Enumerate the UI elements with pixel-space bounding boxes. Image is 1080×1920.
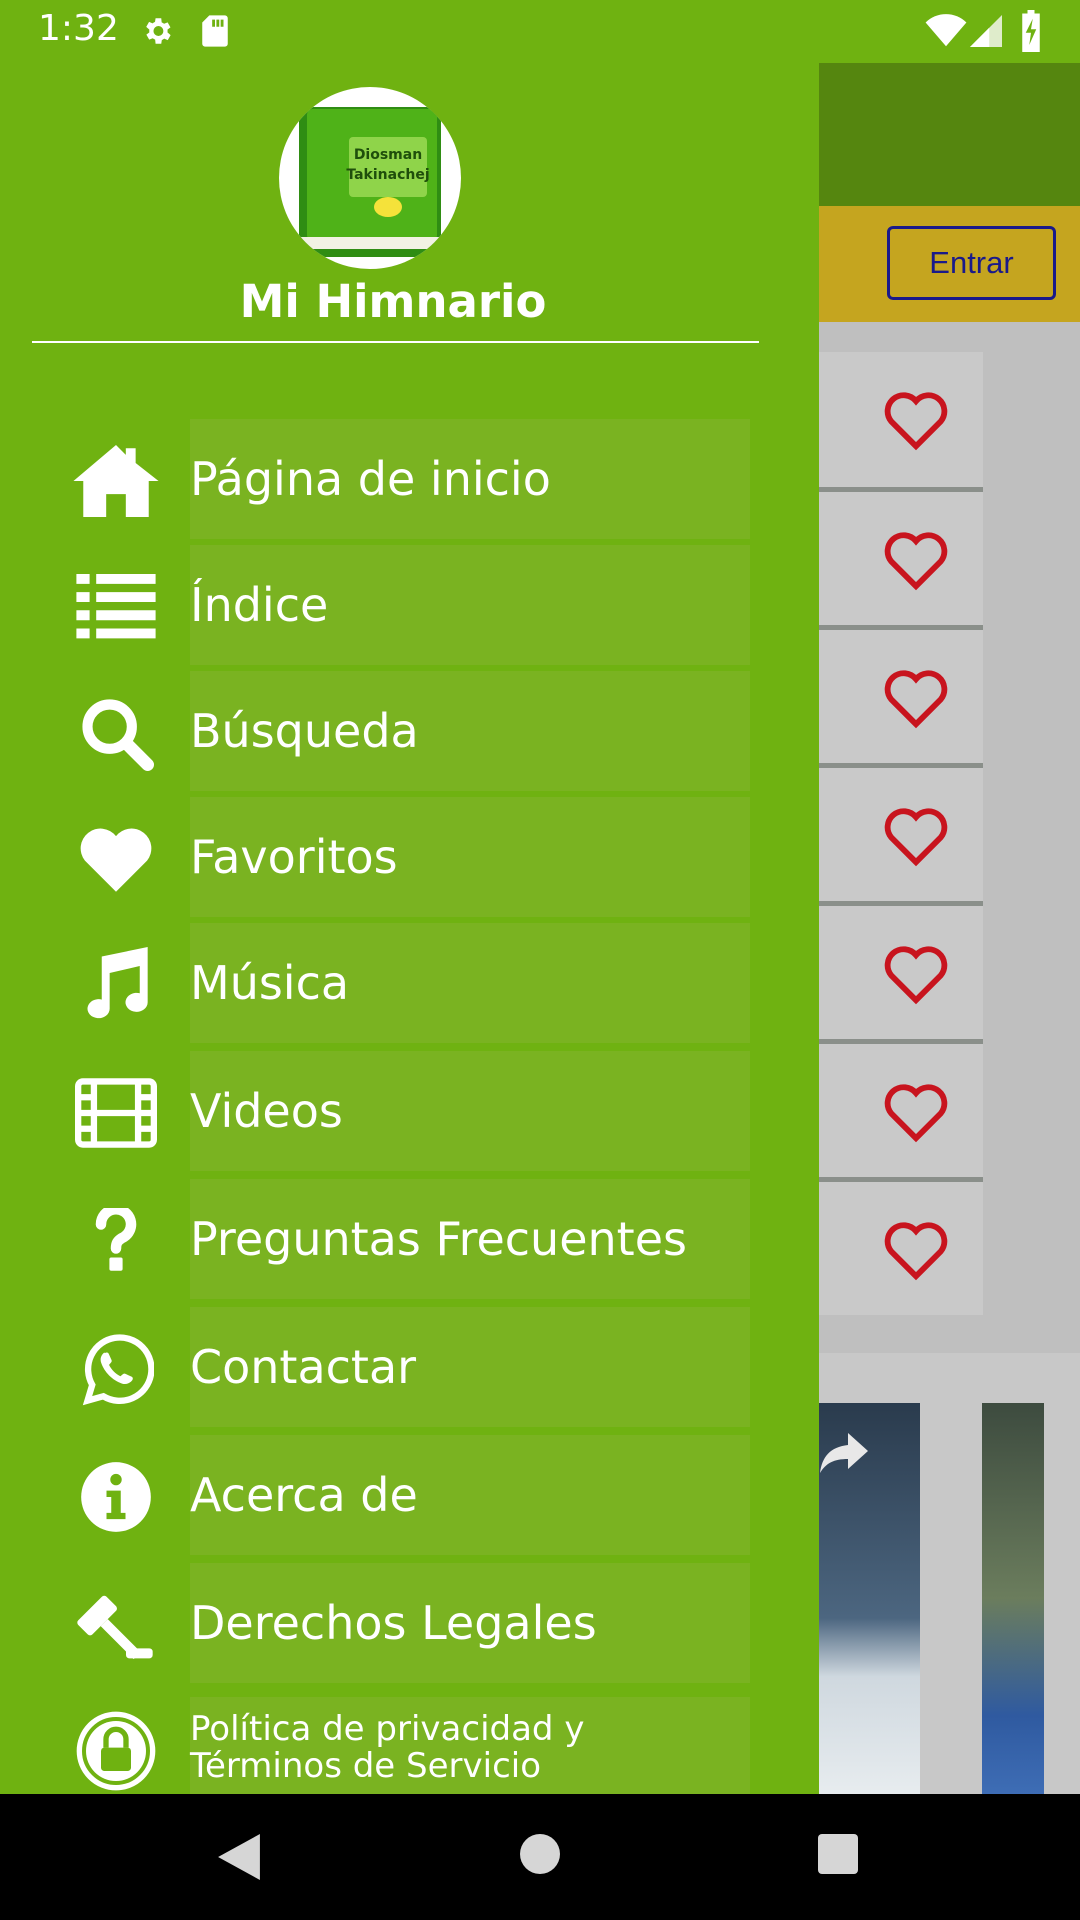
menu-item-videos[interactable]: Videos <box>0 1051 819 1171</box>
menu-item-label: Favoritos <box>190 830 398 884</box>
sd-card-icon <box>200 14 230 52</box>
login-button[interactable]: Entrar <box>887 226 1056 300</box>
music-note-icon <box>70 947 162 1023</box>
menu-item-privacy[interactable]: Política de privacidad y Términos de Ser… <box>0 1697 819 1794</box>
menu-item-label: Música <box>190 956 350 1010</box>
status-time: 1:32 <box>38 8 119 49</box>
drawer-title: Mi Himnario <box>239 275 547 328</box>
menu-item-contact[interactable]: Contactar <box>0 1307 819 1427</box>
back-icon[interactable] <box>218 1834 260 1884</box>
svg-text:Diosman: Diosman <box>354 147 422 163</box>
heart-outline-icon[interactable] <box>880 388 952 456</box>
app-logo: Diosman Takinachej <box>279 87 461 269</box>
info-icon <box>70 1459 162 1535</box>
menu-item-index[interactable]: Índice <box>0 545 819 665</box>
home-circle-icon[interactable] <box>520 1834 560 1878</box>
menu-item-label: Búsqueda <box>190 704 419 758</box>
share-arrow-icon[interactable] <box>820 1433 868 1477</box>
menu-item-label: Política de privacidad y Términos de Ser… <box>190 1709 585 1786</box>
menu-item-faq[interactable]: Preguntas Frecuentes <box>0 1179 819 1299</box>
menu-item-label: Videos <box>190 1084 343 1138</box>
system-nav-bar <box>0 1794 1080 1920</box>
heart-outline-icon[interactable] <box>880 804 952 872</box>
menu-item-label: Derechos Legales <box>190 1596 597 1650</box>
recents-square-icon[interactable] <box>818 1834 858 1878</box>
divider <box>32 341 759 343</box>
menu-item-label: Preguntas Frecuentes <box>190 1212 687 1266</box>
menu-item-music[interactable]: Música <box>0 923 819 1043</box>
menu-item-search[interactable]: Búsqueda <box>0 671 819 791</box>
question-icon <box>70 1203 162 1279</box>
list-icon <box>70 569 162 645</box>
heart-outline-icon[interactable] <box>880 942 952 1010</box>
navigation-drawer: Diosman Takinachej Mi Himnario Página de… <box>0 63 819 1794</box>
heart-outline-icon[interactable] <box>880 1080 952 1148</box>
svg-text:Takinachej: Takinachej <box>346 167 429 183</box>
heart-outline-icon[interactable] <box>880 528 952 596</box>
menu-item-home[interactable]: Página de inicio <box>0 419 819 539</box>
heart-icon <box>70 821 162 897</box>
menu-item-label: Contactar <box>190 1340 417 1394</box>
battery-charging-icon <box>1020 10 1042 56</box>
video-thumbnail[interactable] <box>982 1403 1044 1794</box>
heart-outline-icon[interactable] <box>880 666 952 734</box>
whatsapp-icon <box>70 1331 162 1407</box>
status-bar: 1:32 <box>0 0 1080 63</box>
menu-item-label: Índice <box>190 578 329 632</box>
menu-item-legal[interactable]: Derechos Legales <box>0 1563 819 1683</box>
heart-outline-icon[interactable] <box>880 1218 952 1286</box>
gavel-icon <box>70 1587 162 1663</box>
menu-item-about[interactable]: Acerca de <box>0 1435 819 1555</box>
menu-item-label: Acerca de <box>190 1468 418 1522</box>
menu-item-label: Página de inicio <box>190 452 551 506</box>
menu-item-favorites[interactable]: Favoritos <box>0 797 819 917</box>
wifi-icon <box>925 14 967 52</box>
lock-icon <box>70 1711 162 1791</box>
search-icon <box>70 695 162 771</box>
film-icon <box>70 1075 162 1151</box>
signal-icon <box>970 14 1002 52</box>
gear-icon <box>140 14 174 52</box>
home-icon <box>70 443 162 519</box>
